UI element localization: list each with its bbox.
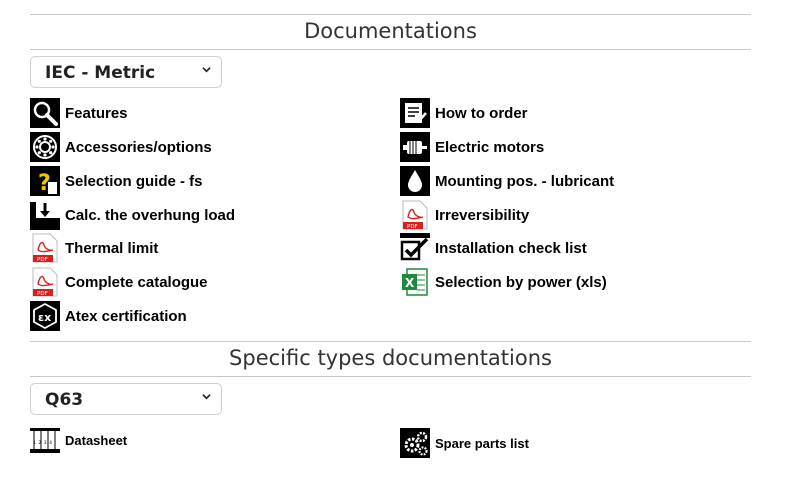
link-selection-power-label: Selection by power (xls) [435, 273, 607, 291]
link-electric-motors[interactable]: Electric motors [400, 132, 544, 162]
link-features-label: Features [65, 104, 128, 122]
question-icon: ? [30, 166, 60, 196]
documentations-divider [30, 49, 751, 50]
bearing-icon [30, 132, 60, 162]
link-how-to-order-label: How to order [435, 104, 528, 122]
link-complete-catalogue-label: Complete catalogue [65, 273, 208, 291]
link-installation-check-label: Installation check list [435, 239, 587, 257]
documentations-title: Documentations [304, 19, 477, 43]
link-selection-guide-label: Selection guide - fs [65, 172, 203, 190]
gears-icon [400, 428, 430, 458]
link-selection-guide[interactable]: ? Selection guide - fs [30, 166, 203, 196]
checklist-icon [400, 233, 430, 263]
type-select[interactable]: Q63 [30, 383, 222, 415]
link-features[interactable]: Features [30, 98, 128, 128]
specific-title: Specific types documentations [229, 346, 552, 370]
pdf-icon: PDF [32, 267, 58, 297]
load-icon [30, 200, 60, 230]
link-how-to-order[interactable]: How to order [400, 98, 528, 128]
link-accessories[interactable]: Accessories/options [30, 132, 212, 162]
motor-icon [400, 132, 430, 162]
specific-top-divider [30, 341, 751, 342]
pdf-icon: PDF [32, 233, 58, 263]
pdf-badge-text: PDF [407, 224, 418, 230]
datasheet-icon: 1 2 3 4 [30, 425, 60, 455]
link-irreversibility[interactable]: PDF Irreversibility [400, 200, 529, 230]
link-overhung-load[interactable]: Calc. the overhung load [30, 200, 235, 230]
link-datasheet[interactable]: 1 2 3 4 Datasheet [30, 425, 127, 455]
oil-drop-icon [400, 166, 430, 196]
link-electric-motors-label: Electric motors [435, 138, 545, 156]
link-selection-power[interactable]: X Selection by power (xls) [400, 267, 607, 297]
type-select-value: Q63 [45, 390, 84, 410]
specific-divider [30, 376, 751, 377]
atex-icon: εx [30, 301, 60, 331]
link-thermal-limit-label: Thermal limit [65, 239, 159, 257]
excel-icon: X [402, 268, 428, 296]
pdf-icon: PDF [402, 200, 428, 230]
search-icon [30, 98, 60, 128]
link-atex[interactable]: εx Atex certification [30, 301, 187, 331]
standard-select[interactable]: IEC - Metric [30, 56, 222, 88]
link-overhung-load-label: Calc. the overhung load [65, 206, 236, 224]
link-accessories-label: Accessories/options [65, 138, 212, 156]
standard-select-value: IEC - Metric [45, 63, 156, 83]
chevron-down-icon [202, 394, 211, 400]
top-divider [30, 14, 751, 15]
link-spare-parts-label: Spare parts list [435, 435, 529, 451]
link-thermal-limit[interactable]: PDF Thermal limit [30, 233, 158, 263]
pdf-badge-text: PDF [37, 257, 48, 263]
link-spare-parts[interactable]: Spare parts list [400, 428, 529, 458]
link-mounting-lubricant[interactable]: Mounting pos. - lubricant [400, 166, 614, 196]
link-installation-check[interactable]: Installation check list [400, 233, 587, 263]
chevron-down-icon [202, 67, 211, 73]
order-form-icon [400, 98, 430, 128]
datasheet-digits: 1 2 3 4 [33, 440, 52, 446]
link-mounting-lubricant-label: Mounting pos. - lubricant [435, 172, 615, 190]
svg-text:εx: εx [38, 311, 51, 324]
excel-letter: X [405, 276, 415, 290]
pdf-badge-text: PDF [37, 291, 48, 297]
link-atex-label: Atex certification [65, 307, 187, 325]
link-datasheet-label: Datasheet [65, 432, 128, 448]
link-complete-catalogue[interactable]: PDF Complete catalogue [30, 267, 208, 297]
link-irreversibility-label: Irreversibility [435, 206, 530, 224]
